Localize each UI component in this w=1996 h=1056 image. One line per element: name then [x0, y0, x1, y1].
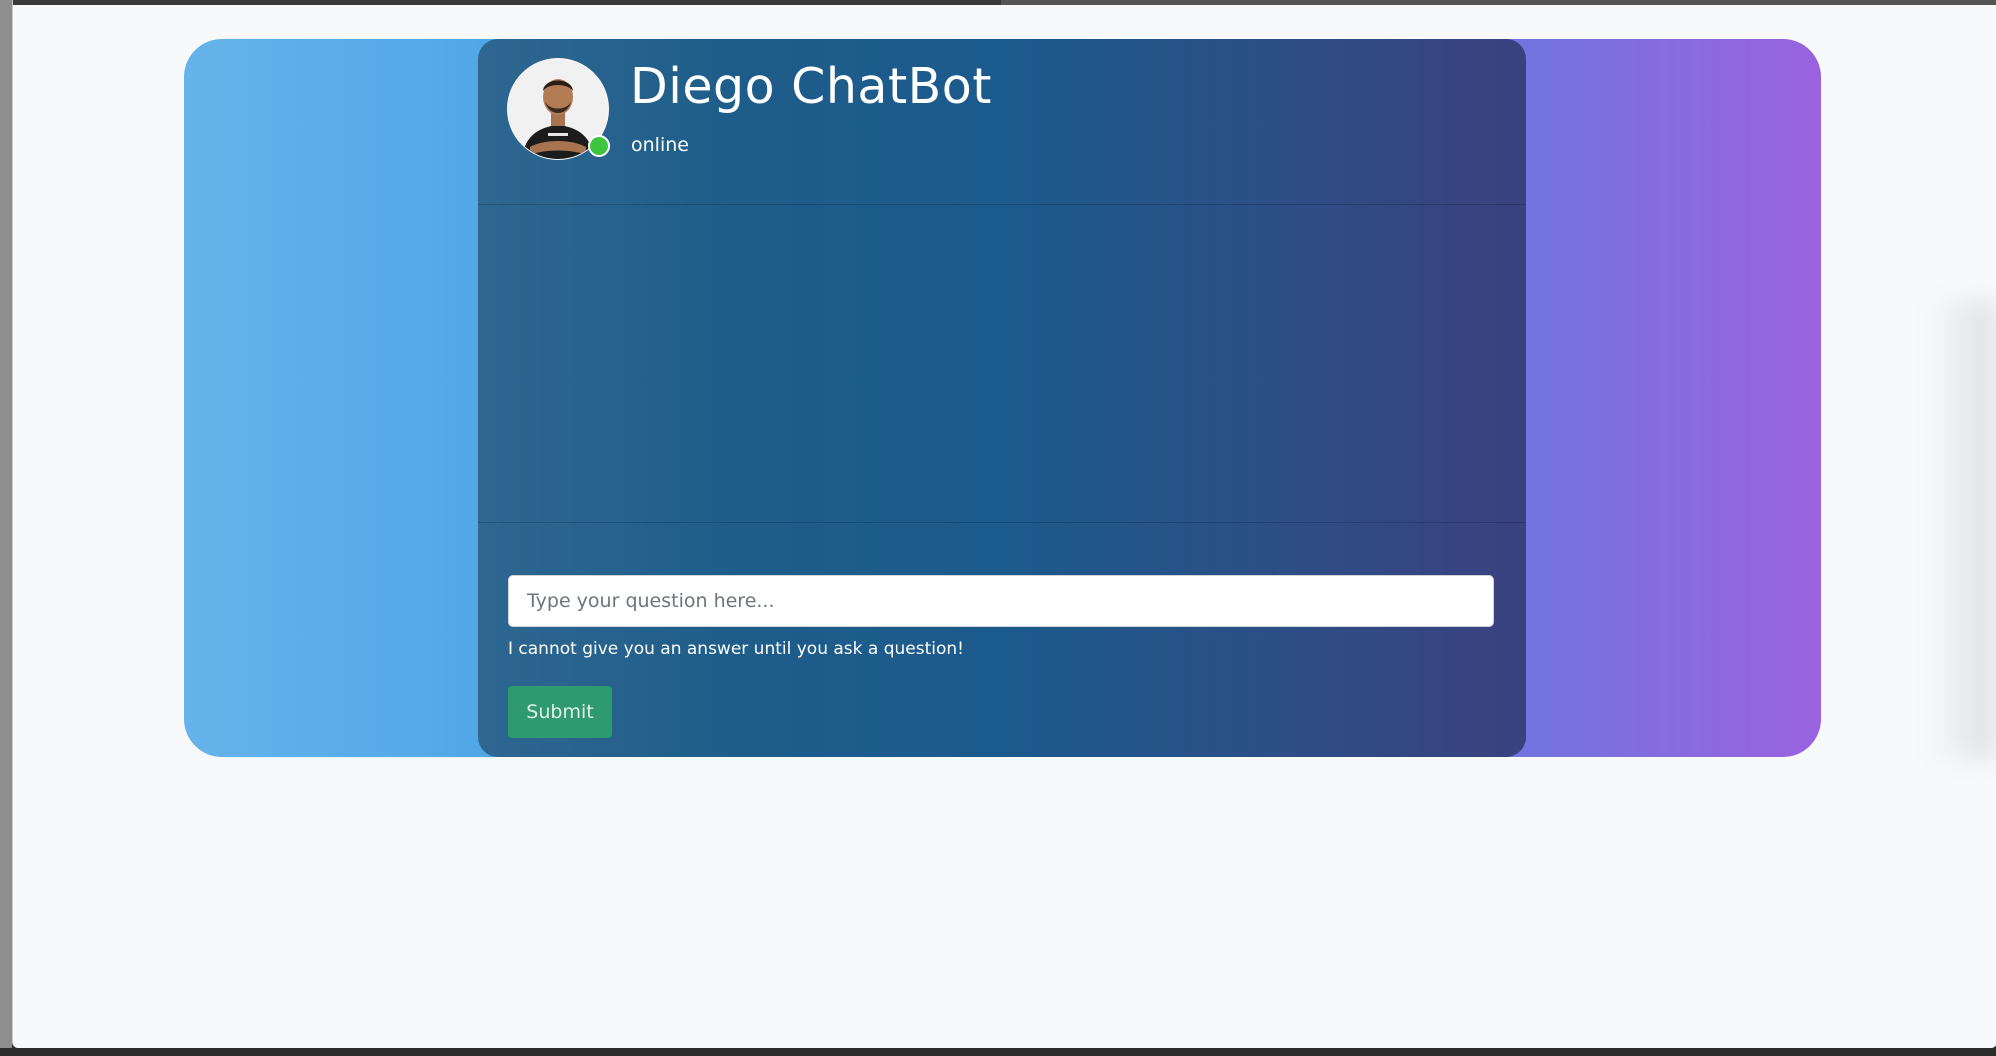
desktop-bottom-edge — [0, 1048, 1996, 1056]
window-top-bar — [13, 0, 1996, 5]
chat-card: Diego ChatBot online I cannot give you a… — [478, 39, 1526, 757]
question-input[interactable] — [508, 575, 1494, 627]
chatbot-title: Diego ChatBot — [630, 58, 992, 115]
desktop-edge — [0, 0, 12, 1056]
message-area[interactable] — [478, 205, 1526, 523]
validation-hint: I cannot give you an answer until you as… — [508, 639, 964, 659]
gradient-backdrop: Diego ChatBot online I cannot give you a… — [184, 39, 1821, 757]
submit-button[interactable]: Submit — [508, 686, 612, 738]
chat-header: Diego ChatBot online — [478, 39, 1526, 205]
chatbot-status: online — [631, 134, 689, 156]
browser-window: Diego ChatBot online I cannot give you a… — [12, 0, 1996, 1048]
online-status-dot — [588, 135, 610, 157]
